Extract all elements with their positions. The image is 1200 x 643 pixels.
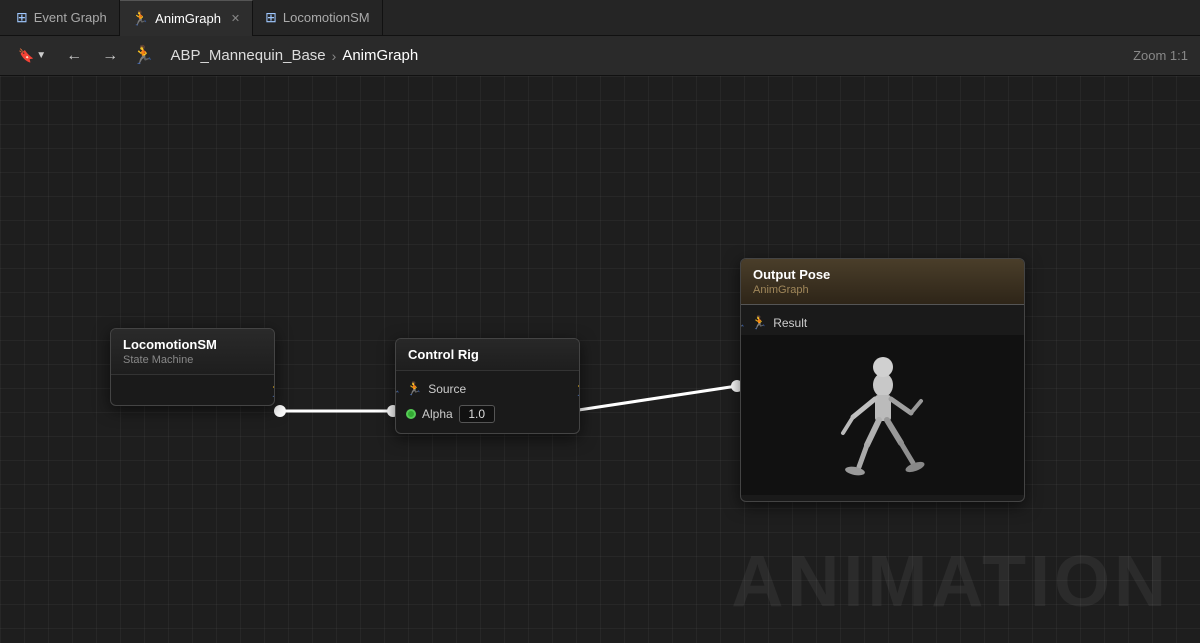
source-out-connector: 🏃 bbox=[574, 381, 580, 398]
anim-graph-icon: 🏃 bbox=[132, 10, 149, 27]
forward-button[interactable]: → bbox=[96, 43, 124, 69]
event-graph-icon: ⊞ bbox=[16, 9, 28, 26]
toolbar: 🔖 ▼ ← → 🏃 ABP_Mannequin_Base › AnimGraph… bbox=[0, 36, 1200, 76]
node-control-rig[interactable]: Control Rig 🏃 Source 🏃 🏃 Alpha bbox=[395, 338, 580, 434]
bookmark-dropdown[interactable]: 🔖 ▼ bbox=[12, 44, 52, 68]
locomotion-node-title: LocomotionSM bbox=[123, 337, 262, 352]
locomotion-node-body: 🏃 bbox=[111, 375, 274, 405]
mannequin-figure bbox=[823, 345, 943, 485]
forward-icon: → bbox=[102, 47, 118, 65]
result-pin-icon: 🏃 bbox=[751, 315, 767, 331]
source-pin-label: Source bbox=[428, 382, 466, 396]
control-rig-node-title: Control Rig bbox=[408, 347, 567, 362]
anim-graph-toolbar-icon: 🏃 bbox=[132, 45, 154, 66]
source-pin-icon: 🏃 bbox=[406, 381, 422, 397]
mannequin-preview bbox=[741, 335, 1024, 495]
node-locomotion-sm[interactable]: LocomotionSM State Machine 🏃 bbox=[110, 328, 275, 406]
control-rig-node-body: 🏃 Source 🏃 🏃 Alpha bbox=[396, 371, 579, 433]
breadcrumb-root[interactable]: ABP_Mannequin_Base bbox=[171, 47, 326, 64]
alpha-value-input[interactable] bbox=[459, 405, 495, 423]
output-pose-node-title: Output Pose bbox=[753, 267, 1012, 282]
tab-close-button[interactable]: ✕ bbox=[231, 12, 240, 25]
source-in-connector: 🏃 bbox=[395, 381, 401, 398]
output-pose-node-body: 🏃 Result 🏃 bbox=[741, 305, 1024, 501]
alpha-pin-dot bbox=[406, 409, 416, 419]
tab-locomotion-sm[interactable]: ⊞ LocomotionSM bbox=[253, 0, 382, 36]
breadcrumb-current: AnimGraph bbox=[342, 47, 418, 64]
control-rig-alpha-pin: Alpha bbox=[396, 401, 579, 427]
tab-locomotion-sm-label: LocomotionSM bbox=[283, 10, 370, 25]
control-rig-source-pin: 🏃 Source 🏃 🏃 bbox=[396, 377, 579, 401]
zoom-label: Zoom 1:1 bbox=[1133, 48, 1188, 63]
output-pose-node-subtitle: AnimGraph bbox=[753, 284, 1012, 296]
output-pose-node-header: Output Pose AnimGraph bbox=[741, 259, 1024, 305]
tab-bar: ⊞ Event Graph 🏃 AnimGraph ✕ ⊞ Locomotion… bbox=[0, 0, 1200, 36]
locomotion-node-subtitle: State Machine bbox=[123, 354, 262, 366]
back-icon: ← bbox=[66, 47, 82, 65]
locomotion-pose-out-pin: 🏃 bbox=[269, 382, 275, 399]
tab-event-graph[interactable]: ⊞ Event Graph bbox=[4, 0, 120, 36]
locomotion-node-header: LocomotionSM State Machine bbox=[111, 329, 274, 375]
tab-anim-graph-label: AnimGraph bbox=[155, 11, 221, 26]
breadcrumb: ABP_Mannequin_Base › AnimGraph bbox=[171, 47, 419, 64]
tab-event-graph-label: Event Graph bbox=[34, 10, 107, 25]
bookmark-icon: 🔖 bbox=[18, 48, 34, 64]
watermark: ANIMATION bbox=[731, 541, 1170, 623]
dropdown-arrow: ▼ bbox=[36, 50, 46, 61]
output-pose-result-pin: 🏃 Result 🏃 bbox=[741, 311, 1024, 335]
locomotion-sm-icon: ⊞ bbox=[265, 9, 277, 26]
graph-canvas[interactable]: LocomotionSM State Machine 🏃 Control Rig… bbox=[0, 76, 1200, 643]
alpha-pin-label: Alpha bbox=[422, 407, 453, 421]
control-rig-node-header: Control Rig bbox=[396, 339, 579, 371]
node-output-pose[interactable]: Output Pose AnimGraph 🏃 Result 🏃 bbox=[740, 258, 1025, 502]
result-in-connector: 🏃 bbox=[740, 315, 746, 332]
tab-anim-graph[interactable]: 🏃 AnimGraph ✕ bbox=[120, 0, 253, 36]
back-button[interactable]: ← bbox=[60, 43, 88, 69]
result-pin-label: Result bbox=[773, 316, 807, 330]
locomotion-pose-icon: 🏃 bbox=[269, 382, 275, 399]
breadcrumb-separator: › bbox=[332, 48, 337, 64]
